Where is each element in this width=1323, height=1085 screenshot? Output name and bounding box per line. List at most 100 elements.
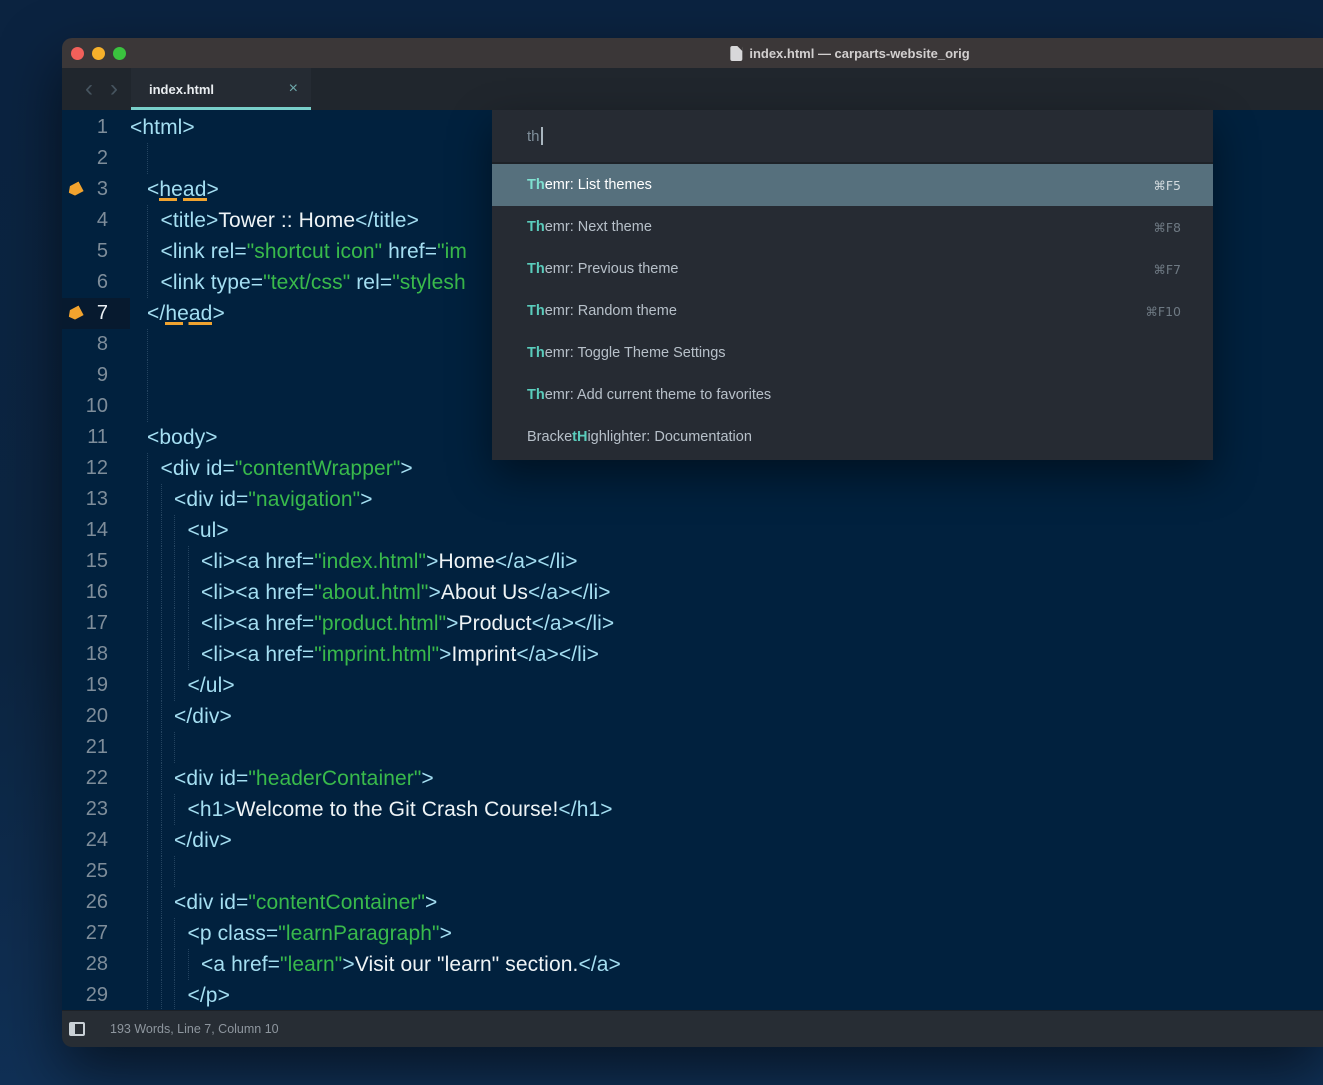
code-text: <a href="learn">Visit our "learn" sectio…: [130, 949, 621, 980]
gutter: 24: [62, 825, 130, 856]
forward-chevron-icon[interactable]: ›: [110, 77, 118, 101]
gutter: 2: [62, 143, 130, 174]
indent-guide: [130, 825, 147, 856]
desktop-background: index.html — carparts-website_orig ‹ › i…: [0, 0, 1323, 1085]
gutter: 3: [62, 174, 130, 205]
code-text: </p>: [130, 980, 230, 1010]
indent-guide: [147, 236, 161, 267]
code-line[interactable]: 19 </ul>: [62, 670, 1323, 701]
palette-label-segment: Bracke: [527, 429, 572, 445]
code-line[interactable]: 18<li><a href="imprint.html">Imprint</a>…: [62, 639, 1323, 670]
code-line[interactable]: 28 <a href="learn">Visit our "learn" sect…: [62, 949, 1323, 980]
line-number: 19: [62, 670, 108, 701]
code-line[interactable]: 21: [62, 732, 1323, 763]
code-token: >: [342, 953, 354, 976]
code-token: head: [165, 302, 212, 325]
indent-guide: [161, 794, 175, 825]
editor-window: index.html — carparts-website_orig ‹ › i…: [62, 38, 1323, 1047]
palette-item[interactable]: Themr: List themes⌘F5: [492, 164, 1213, 206]
palette-item[interactable]: Themr: Previous theme⌘F7: [492, 248, 1213, 290]
code-text: [130, 732, 188, 763]
code-line[interactable]: 23<h1>Welcome to the Git Crash Course!</…: [62, 794, 1323, 825]
history-nav-buttons: ‹ ›: [62, 68, 118, 110]
line-number: 27: [62, 918, 108, 949]
palette-item-label: Themr: Add current theme to favorites: [527, 387, 771, 403]
code-line[interactable]: 15<li><a href="index.html">Home</a></li>: [62, 546, 1323, 577]
code-token: >: [400, 457, 412, 480]
code-text: </ul>: [130, 670, 235, 701]
code-token: head: [159, 178, 206, 201]
code-line[interactable]: 14 <ul>: [62, 515, 1323, 546]
code-token: "product.html": [314, 612, 446, 635]
code-text: <head>: [130, 174, 219, 205]
line-number: 16: [62, 577, 108, 608]
line-number: 26: [62, 887, 108, 918]
palette-item[interactable]: Themr: Toggle Theme Settings: [492, 332, 1213, 374]
code-token: >: [207, 178, 219, 201]
indent-guide: [147, 608, 161, 639]
line-number: 28: [62, 949, 108, 980]
code-line[interactable]: 27<p class="learnParagraph">: [62, 918, 1323, 949]
palette-label-segment: tH: [572, 429, 587, 445]
close-window-button[interactable]: [71, 47, 84, 60]
code-token: <: [147, 178, 159, 201]
line-number: 29: [62, 980, 108, 1010]
tab-index-html[interactable]: index.html ×: [131, 68, 311, 110]
indent-guide: [130, 453, 147, 484]
palette-item[interactable]: Themr: Next theme⌘F8: [492, 206, 1213, 248]
code-text: <body>: [130, 422, 218, 453]
palette-label-segment: emr: Random theme: [545, 303, 677, 319]
indent-guide: [147, 267, 161, 298]
minimize-window-button[interactable]: [92, 47, 105, 60]
status-text: 193 Words, Line 7, Column 10: [110, 1022, 279, 1036]
code-line[interactable]: 26 <div id="contentContainer">: [62, 887, 1323, 918]
code-line[interactable]: 13<div id="navigation">: [62, 484, 1323, 515]
indent-guide: [188, 639, 202, 670]
code-text: </div>: [130, 701, 232, 732]
indent-guide: [130, 887, 147, 918]
indent-guide: [130, 918, 147, 949]
code-token: </title>: [355, 209, 419, 232]
indent-guide: [130, 422, 147, 453]
code-line[interactable]: 20</div>: [62, 701, 1323, 732]
palette-item[interactable]: Themr: Random theme⌘F10: [492, 290, 1213, 332]
gutter: 23: [62, 794, 130, 825]
palette-query: th: [527, 128, 540, 145]
code-line[interactable]: 24 </div>: [62, 825, 1323, 856]
palette-item[interactable]: BracketHighlighter: Documentation: [492, 416, 1213, 458]
palette-shortcut: ⌘F5: [1153, 178, 1181, 193]
palette-item[interactable]: Themr: Add current theme to favorites: [492, 374, 1213, 416]
code-token: <ul>: [188, 519, 229, 542]
code-line[interactable]: 25: [62, 856, 1323, 887]
code-token: "index.html": [314, 550, 426, 573]
indent-guide: [147, 329, 161, 360]
palette-search-input[interactable]: th: [492, 110, 1213, 164]
code-text: <div id="contentContainer">: [130, 887, 437, 918]
gutter: 17: [62, 608, 130, 639]
indent-guide: [130, 236, 147, 267]
code-token: </div>: [174, 829, 232, 852]
indent-guide: [130, 949, 147, 980]
palette-label-segment: ighlighter: Documentation: [587, 429, 751, 445]
code-token: "navigation": [248, 488, 360, 511]
indent-guide: [174, 639, 188, 670]
sidebar-toggle-icon[interactable]: [69, 1022, 85, 1036]
code-line[interactable]: 17<li><a href="product.html">Product</a>…: [62, 608, 1323, 639]
indent-guide: [147, 949, 161, 980]
code-line[interactable]: 16<li><a href="about.html">About Us</a><…: [62, 577, 1323, 608]
code-line[interactable]: 29 </p>: [62, 980, 1323, 1010]
indent-guide: [147, 763, 161, 794]
gutter: 6: [62, 267, 130, 298]
zoom-window-button[interactable]: [113, 47, 126, 60]
code-token: <li><a href=: [201, 612, 314, 635]
code-line[interactable]: 22<div id="headerContainer">: [62, 763, 1323, 794]
line-number: 14: [62, 515, 108, 546]
tab-close-icon[interactable]: ×: [289, 80, 298, 98]
code-text: <div id="contentWrapper">: [130, 453, 413, 484]
code-text: <link rel="shortcut icon" href="im: [130, 236, 467, 267]
text-cursor: [541, 127, 543, 145]
indent-guide: [130, 298, 147, 329]
code-token: </div>: [174, 705, 232, 728]
gutter: 28: [62, 949, 130, 980]
back-chevron-icon[interactable]: ‹: [85, 77, 93, 101]
